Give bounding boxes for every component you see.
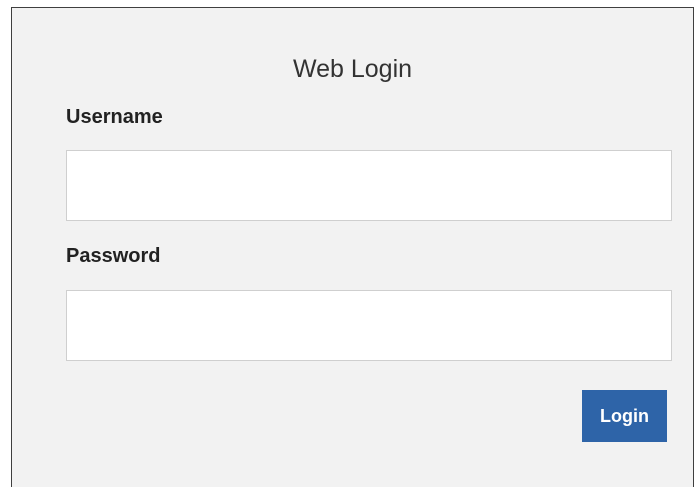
login-button[interactable]: Login: [582, 390, 667, 442]
password-label: Password: [66, 245, 161, 267]
username-label: Username: [66, 106, 163, 128]
password-field[interactable]: [66, 290, 672, 361]
username-field[interactable]: [66, 150, 672, 221]
login-panel: Web Login Username Password Login: [11, 7, 694, 487]
page-title: Web Login: [292, 55, 413, 83]
